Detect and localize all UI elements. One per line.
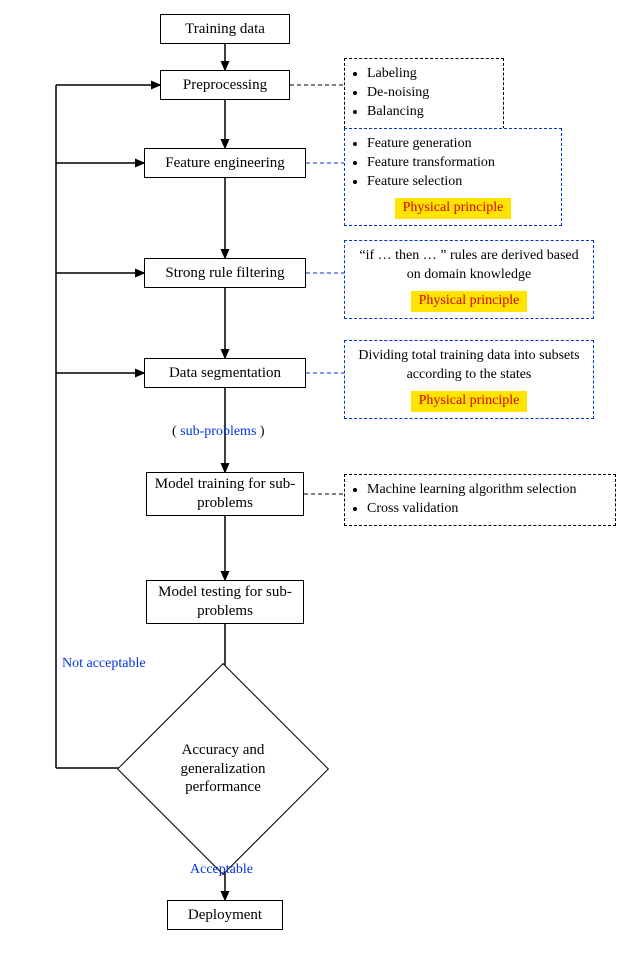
note-model-training: Machine learning algorithm selection Cro… [344, 474, 616, 526]
note-item: Feature generation [367, 135, 553, 154]
physical-principle-tag: Physical principle [411, 391, 528, 412]
node-model-testing: Model testing for sub-problems [146, 580, 304, 624]
sub-problems-label: ( sub-problems ) [172, 424, 265, 440]
node-label: Model training for sub-problems [153, 475, 297, 513]
node-label: Model testing for sub-problems [153, 583, 297, 621]
note-item: Machine learning algorithm selection [367, 481, 607, 500]
note-item: De-noising [367, 84, 495, 103]
note-text: “if … then … ” rules are derived based o… [353, 247, 585, 285]
node-label: Data segmentation [169, 364, 281, 383]
physical-principle-tag: Physical principle [411, 291, 528, 312]
node-label: Feature engineering [165, 154, 285, 173]
node-feature-engineering: Feature engineering [144, 148, 306, 178]
note-strong-rule: “if … then … ” rules are derived based o… [344, 240, 594, 319]
note-item: Feature selection [367, 173, 553, 192]
edge-label-not-acceptable: Not acceptable [62, 656, 146, 673]
note-item: Labeling [367, 65, 495, 84]
physical-principle-tag: Physical principle [395, 198, 512, 219]
note-item: Feature transformation [367, 154, 553, 173]
note-item: Balancing [367, 103, 495, 122]
edge-label-acceptable: Acceptable [190, 862, 253, 878]
node-data-segmentation: Data segmentation [144, 358, 306, 388]
node-decision: Accuracy and generalization performance [148, 694, 298, 844]
node-strong-rule-filtering: Strong rule filtering [144, 258, 306, 288]
node-model-training: Model training for sub-problems [146, 472, 304, 516]
node-preprocessing: Preprocessing [160, 70, 290, 100]
node-label: Preprocessing [183, 76, 267, 95]
note-feature-engineering: Feature generation Feature transformatio… [344, 128, 562, 226]
note-data-segmentation: Dividing total training data into subset… [344, 340, 594, 419]
node-training-data: Training data [160, 14, 290, 44]
note-preprocessing: Labeling De-noising Balancing [344, 58, 504, 129]
node-label: Deployment [188, 906, 262, 925]
node-label: Accuracy and generalization performance [162, 741, 284, 797]
node-label: Training data [185, 20, 265, 39]
node-label: Strong rule filtering [165, 264, 284, 283]
note-text: Dividing total training data into subset… [353, 347, 585, 385]
note-item: Cross validation [367, 500, 607, 519]
node-deployment: Deployment [167, 900, 283, 930]
